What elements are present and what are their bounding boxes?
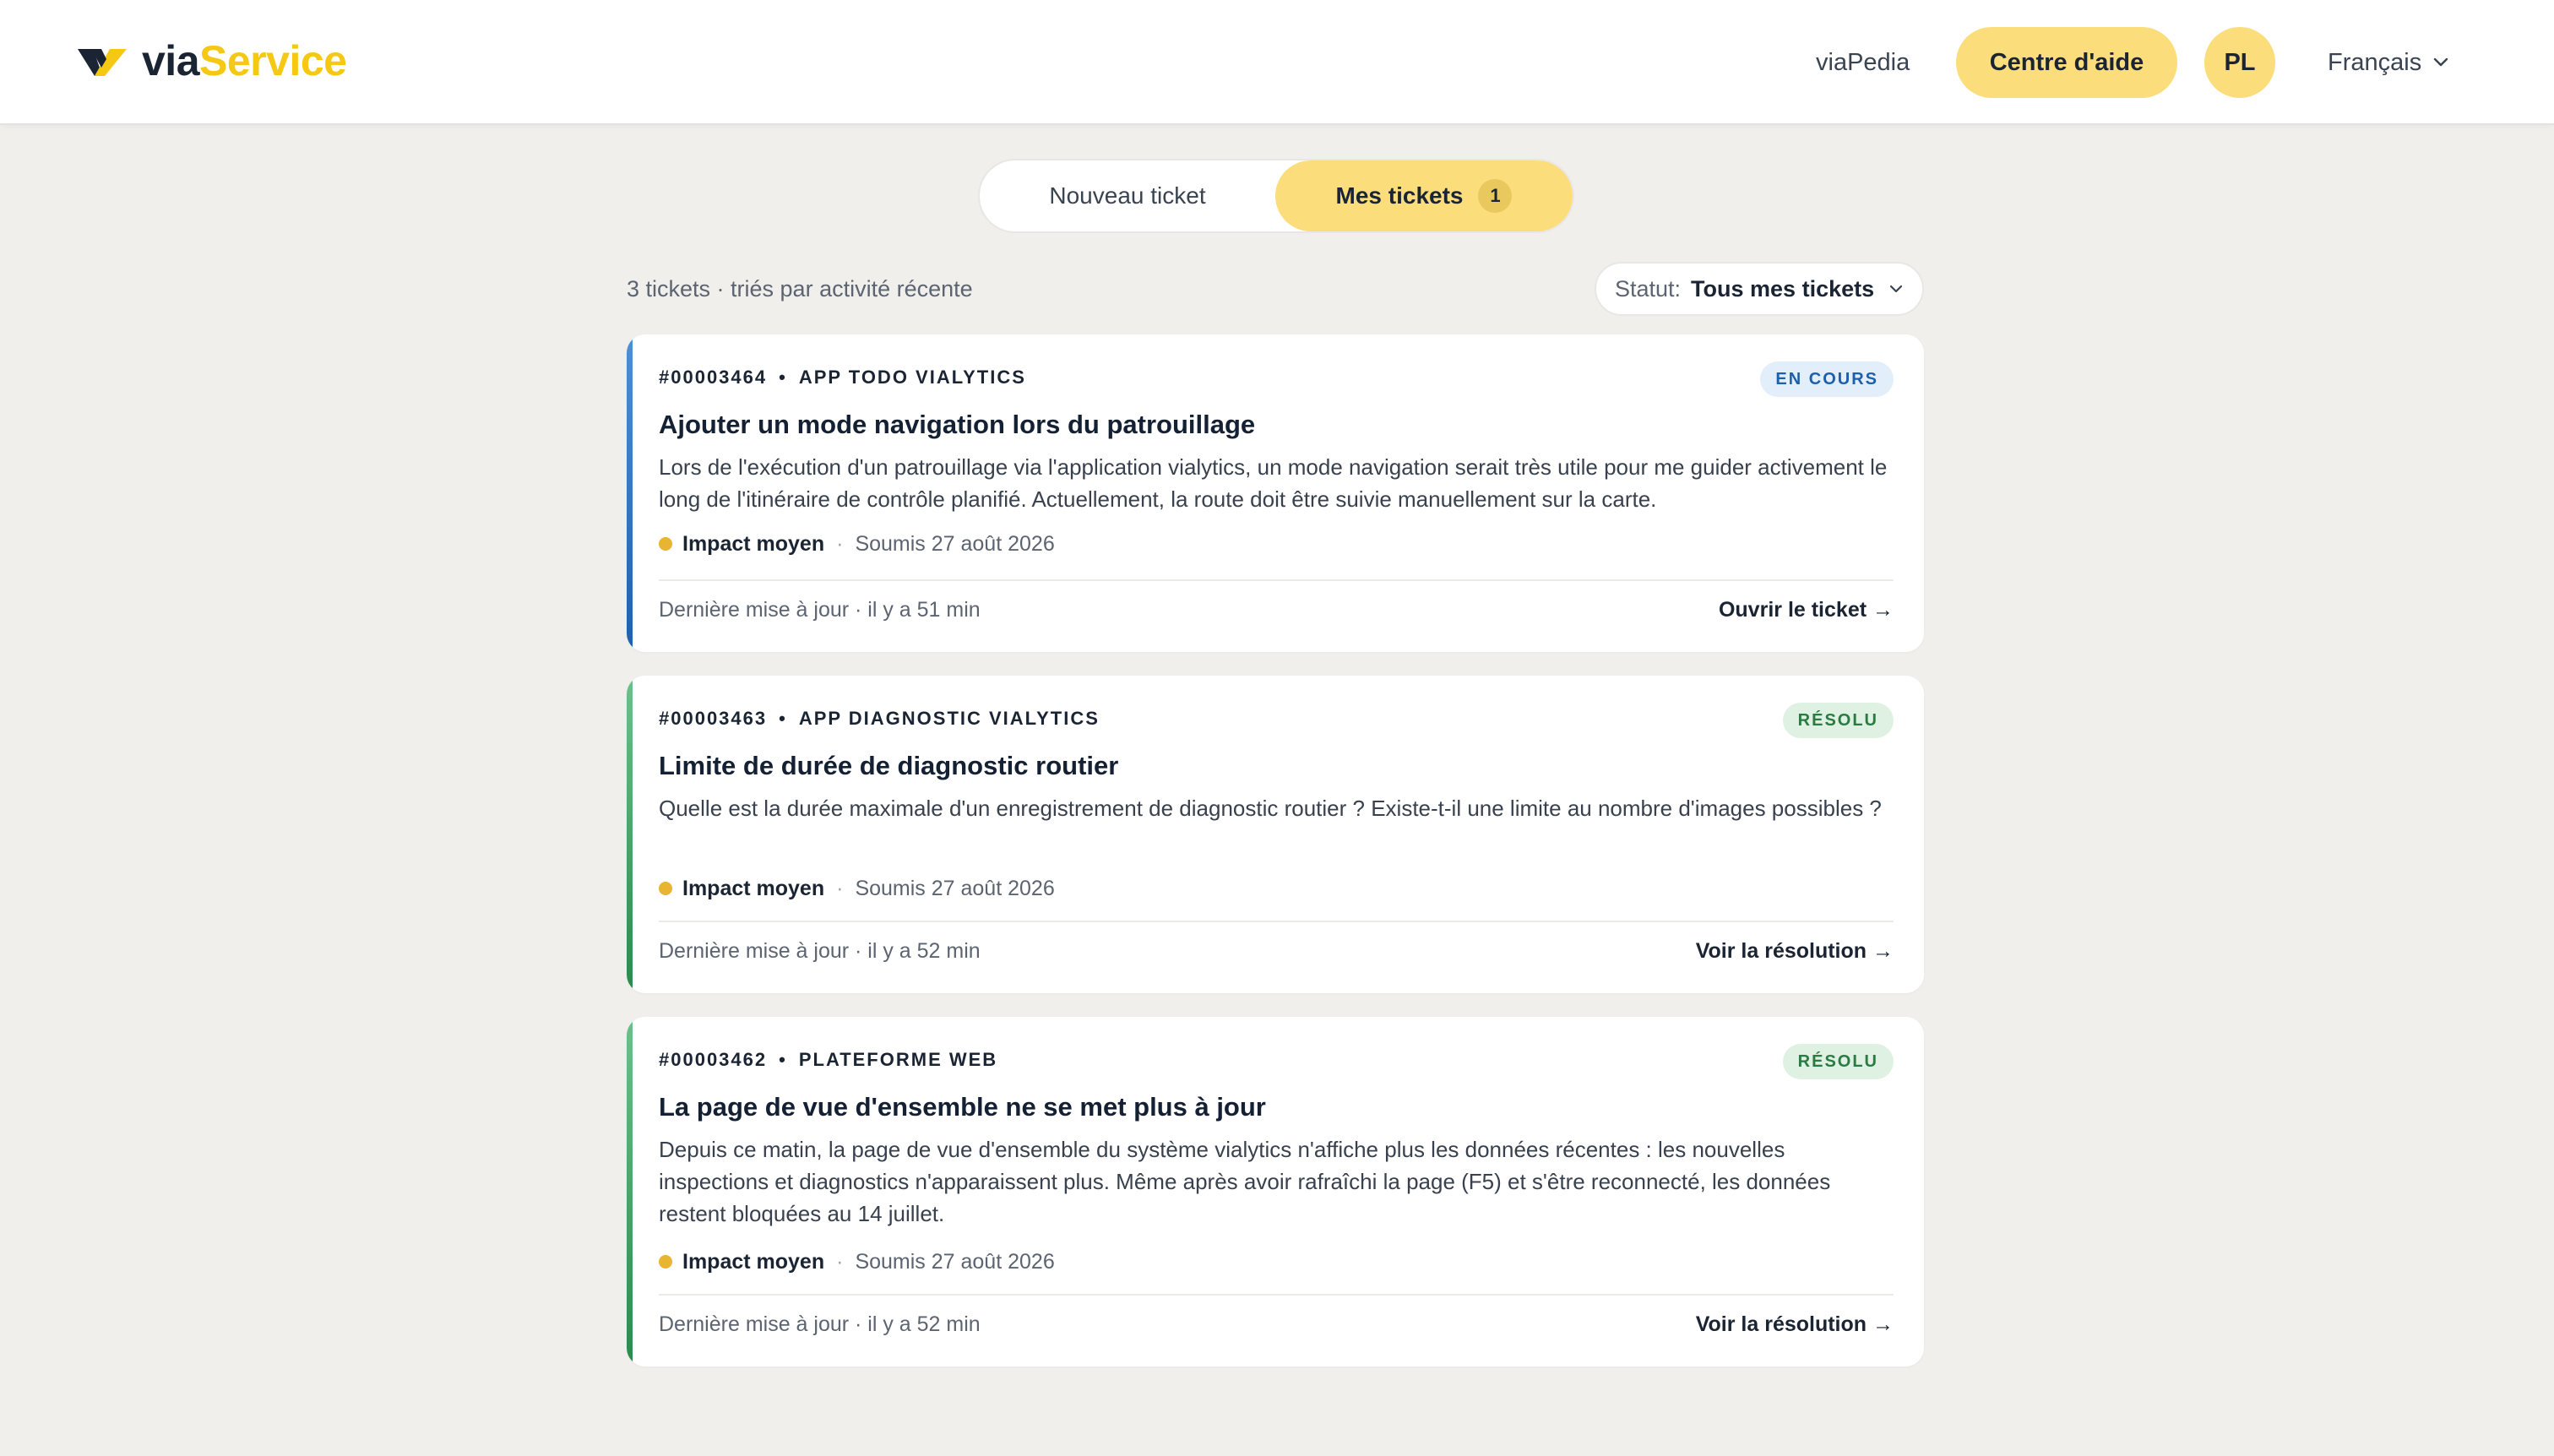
ticket-description: Depuis ce matin, la page de vue d'ensemb… [659, 1137, 1831, 1226]
last-updated: Dernière mise à jour · il y a 52 min [659, 1312, 981, 1336]
ticket-list-summary: 3 tickets · triés par activité récente [627, 276, 973, 302]
ticket-id: #00003464 [659, 367, 768, 388]
impact-label: Impact moyen [682, 532, 825, 556]
meta-separator: • [779, 1049, 787, 1070]
ticket-impact-row: Impact moyen · Soumis 27 août 2026 [659, 873, 1055, 904]
meta-separator: · [836, 1250, 844, 1274]
brand-name-service: Service [199, 37, 347, 84]
submitted-date: Soumis 27 août 2026 [855, 532, 1055, 556]
status-filter-dropdown[interactable]: Statut: Tous mes tickets [1595, 262, 1924, 316]
ticket-category: APP TODO VIALYTICS [798, 367, 1026, 388]
ticket-card[interactable]: #00003462 • PLATEFORME WEB RÉSOLU La pag… [627, 1017, 1924, 1366]
open-ticket-link[interactable]: Ouvrir le ticket → [1719, 595, 1894, 625]
ticket-meta: #00003462 • PLATEFORME WEB [659, 1047, 997, 1073]
user-avatar[interactable]: PL [2204, 27, 2275, 98]
brand-name: viaService [142, 36, 347, 85]
language-label: Français [2328, 48, 2422, 76]
ticket-tabs: Nouveau ticket Mes tickets 1 [978, 159, 1574, 233]
status-accent-bar [627, 1017, 633, 1366]
tab-new-ticket[interactable]: Nouveau ticket [980, 160, 1275, 231]
ticket-card[interactable]: #00003464 • APP TODO VIALYTICS EN COURS … [627, 334, 1924, 652]
tab-my-tickets[interactable]: Mes tickets 1 [1275, 160, 1573, 231]
ticket-footer: Dernière mise à jour · il y a 52 min Voi… [659, 936, 1894, 966]
brand-logo-icon [78, 49, 127, 76]
status-badge: EN COURS [1760, 361, 1894, 397]
ticket-category: APP DIAGNOSTIC VIALYTICS [798, 708, 1100, 729]
meta-separator: • [779, 708, 787, 729]
tab-new-ticket-label: Nouveau ticket [1049, 182, 1206, 209]
ticket-title: La page de vue d'ensemble ne se met plus… [659, 1092, 1266, 1122]
ticket-category: PLATEFORME WEB [798, 1049, 998, 1070]
impact-label: Impact moyen [682, 877, 825, 900]
ticket-id: #00003462 [659, 1049, 768, 1070]
impact-dot-icon [659, 537, 672, 551]
submitted-date: Soumis 27 août 2026 [855, 877, 1055, 900]
last-updated: Dernière mise à jour · il y a 52 min [659, 939, 981, 963]
nav-viapedia-link[interactable]: viaPedia [1816, 42, 1910, 83]
ticket-footer: Dernière mise à jour · il y a 52 min Voi… [659, 1309, 1894, 1339]
status-accent-bar [627, 334, 633, 652]
ticket-meta: #00003463 • APP DIAGNOSTIC VIALYTICS [659, 706, 1100, 731]
chevron-down-icon [1890, 285, 1903, 293]
status-badge: RÉSOLU [1782, 1044, 1894, 1079]
submitted-date: Soumis 27 août 2026 [855, 1250, 1055, 1274]
card-divider [659, 921, 1894, 922]
card-divider [659, 1294, 1894, 1296]
status-filter-value: Tous mes tickets [1691, 275, 1875, 302]
status-badge: RÉSOLU [1782, 703, 1894, 738]
ticket-impact-row: Impact moyen · Soumis 27 août 2026 [659, 529, 1055, 559]
impact-dot-icon [659, 1255, 672, 1269]
ticket-title: Limite de durée de diagnostic routier [659, 751, 1119, 780]
language-selector[interactable]: Français [2328, 42, 2448, 83]
meta-separator: • [779, 367, 787, 388]
status-filter-label: Statut: [1615, 275, 1682, 302]
ticket-footer: Dernière mise à jour · il y a 51 min Ouv… [659, 595, 1894, 625]
ticket-impact-row: Impact moyen · Soumis 27 août 2026 [659, 1247, 1055, 1277]
tab-count-badge: 1 [1478, 179, 1513, 213]
view-resolution-link[interactable]: Voir la résolution → [1696, 1309, 1894, 1339]
top-header: viaService viaPedia Centre d'aide PL Fra… [0, 0, 2554, 125]
help-center-button[interactable]: Centre d'aide [1956, 27, 2177, 98]
brand-logo[interactable]: viaService [76, 34, 347, 88]
last-updated: Dernière mise à jour · il y a 51 min [659, 598, 981, 622]
ticket-card[interactable]: #00003463 • APP DIAGNOSTIC VIALYTICS RÉS… [627, 676, 1924, 993]
chevron-down-icon [2434, 57, 2448, 67]
ticket-title: Ajouter un mode navigation lors du patro… [659, 410, 1256, 439]
impact-label: Impact moyen [682, 1250, 825, 1274]
meta-separator: · [836, 877, 844, 900]
meta-separator: · [836, 532, 844, 556]
tab-my-tickets-label: Mes tickets [1335, 182, 1464, 209]
ticket-meta: #00003464 • APP TODO VIALYTICS [659, 365, 1026, 390]
ticket-description: Lors de l'exécution d'un patrouillage vi… [659, 454, 1888, 512]
ticket-id: #00003463 [659, 708, 768, 729]
brand-name-via: via [142, 37, 200, 84]
ticket-description: Quelle est la durée maximale d'un enregi… [659, 796, 1882, 821]
view-resolution-link[interactable]: Voir la résolution → [1696, 936, 1894, 966]
impact-dot-icon [659, 882, 672, 895]
status-accent-bar [627, 676, 633, 993]
card-divider [659, 579, 1894, 581]
